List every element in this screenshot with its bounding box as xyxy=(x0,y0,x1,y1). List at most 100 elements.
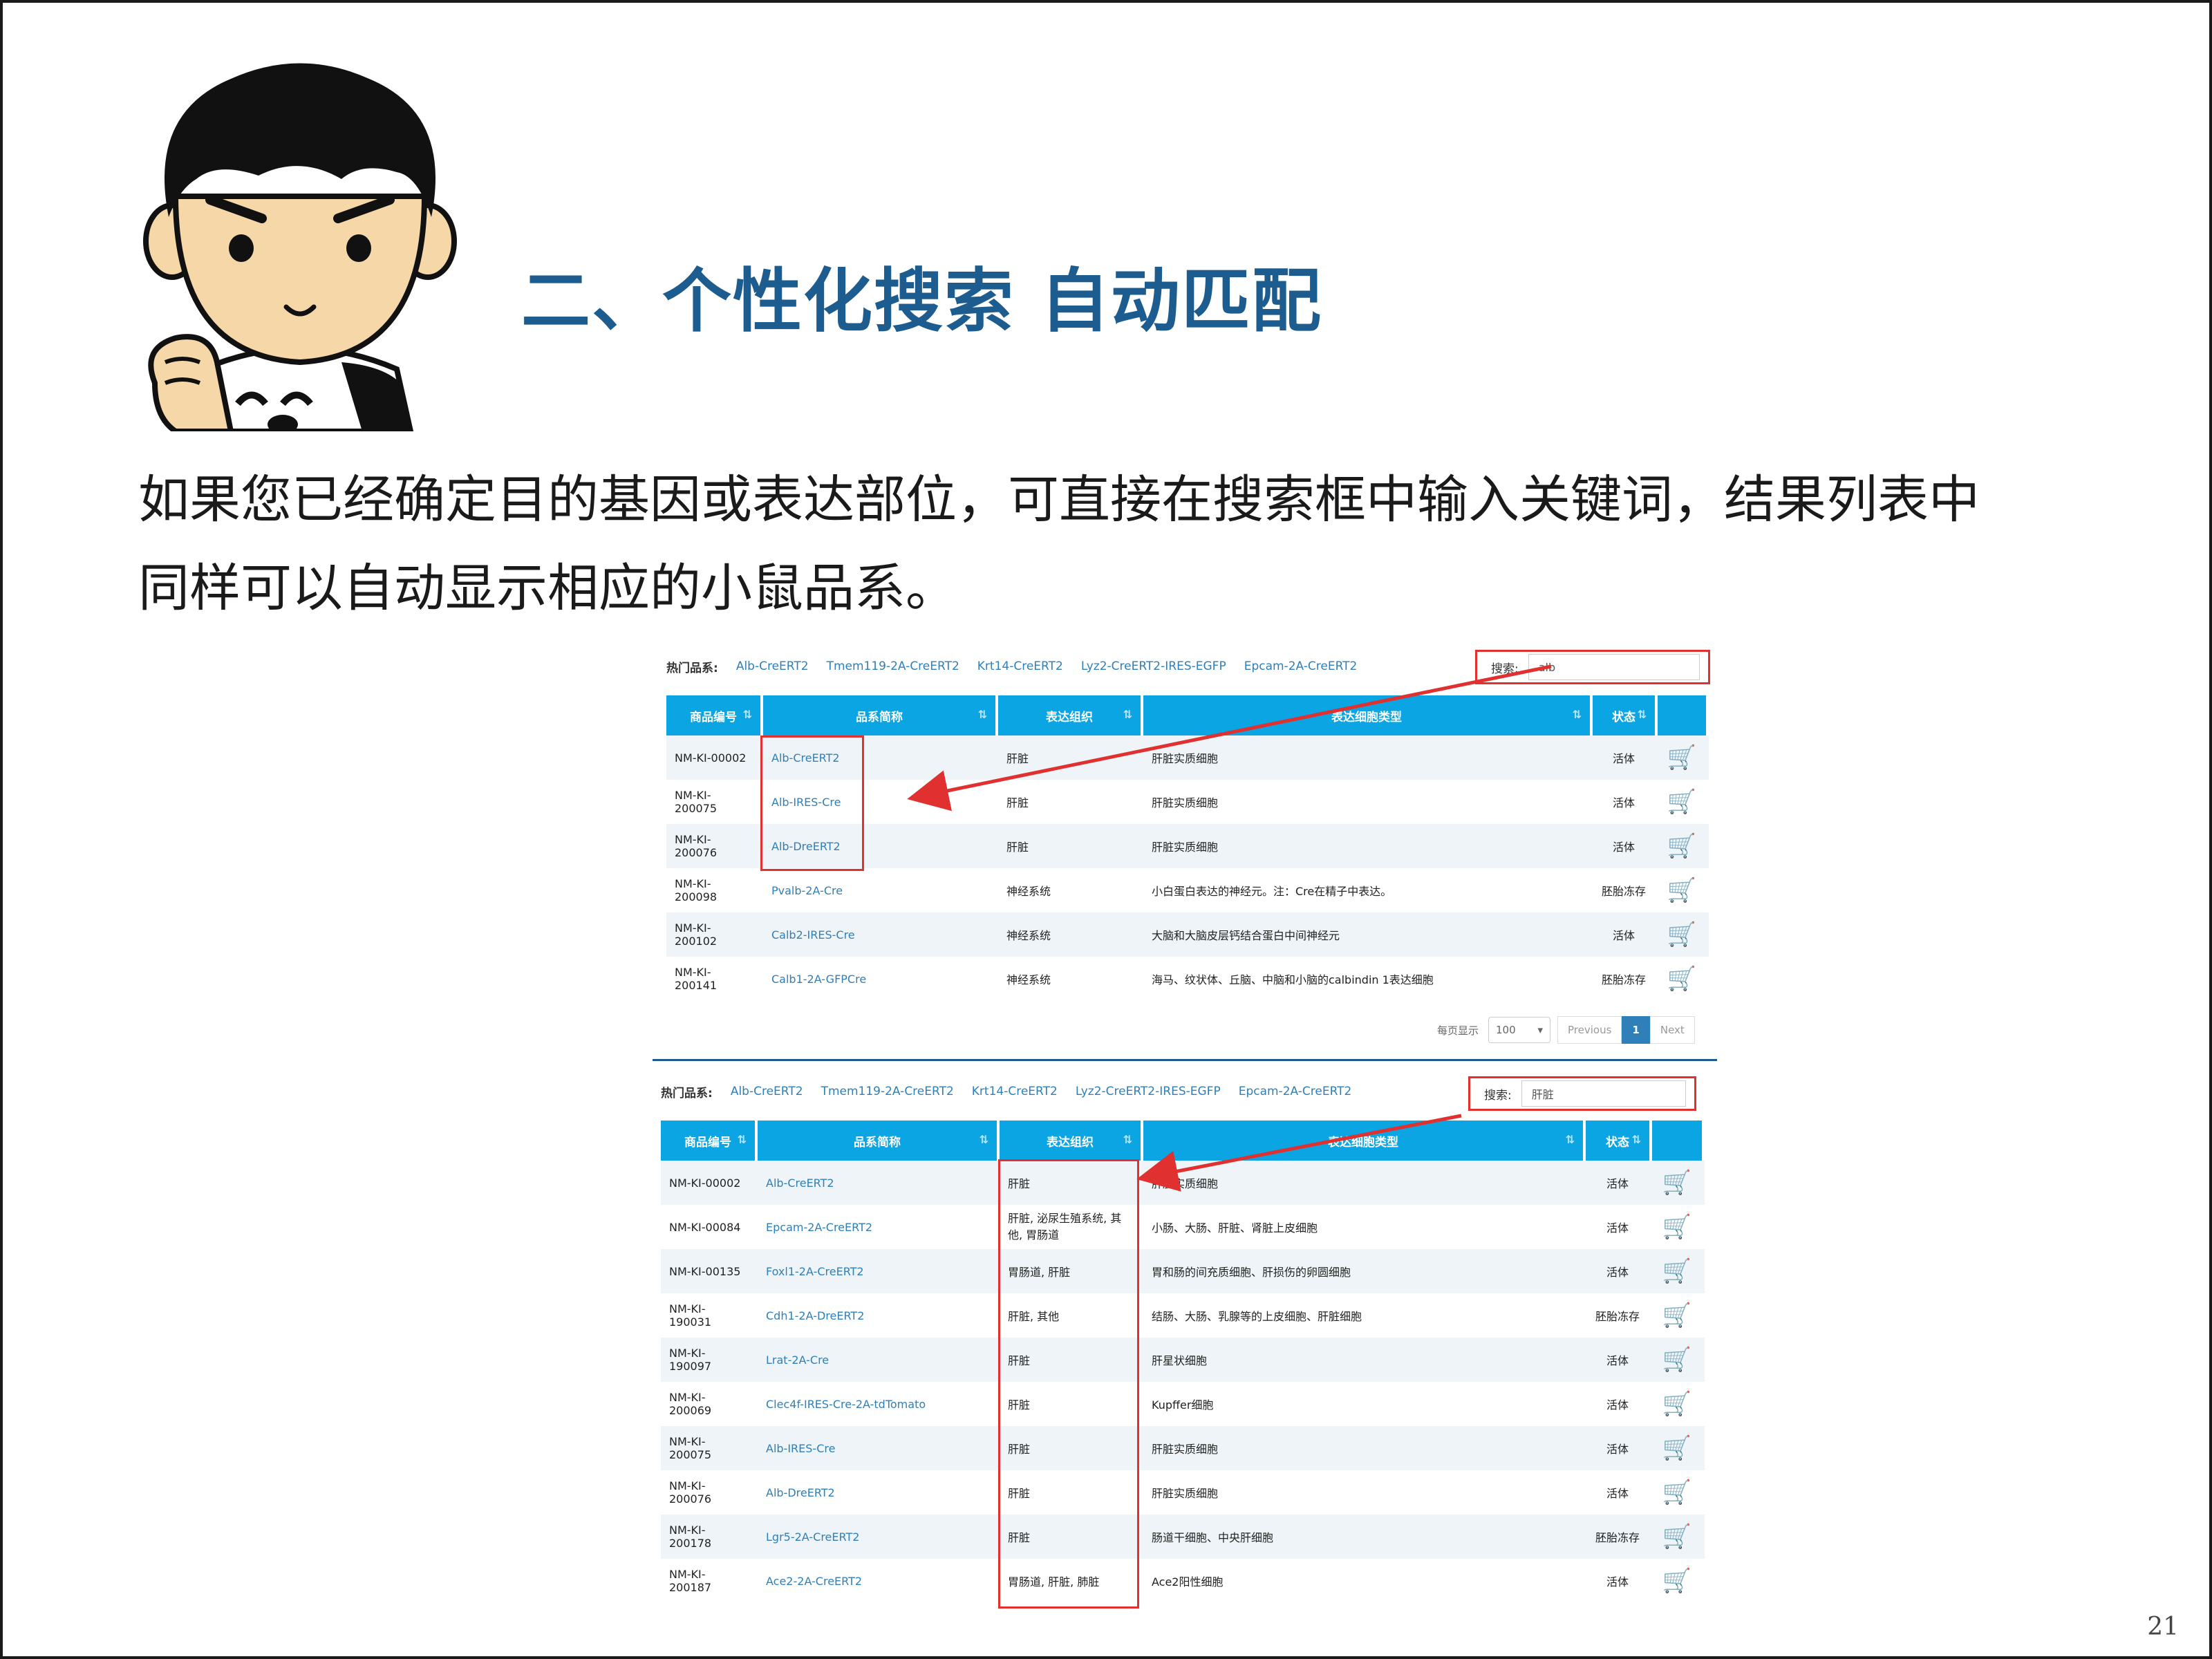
sort-icon[interactable]: ⇅ xyxy=(978,708,987,721)
cell-tissue: 神经系统 xyxy=(998,957,1143,1001)
cell-id: NM-KI-200076 xyxy=(661,1470,758,1515)
page-1-button[interactable]: 1 xyxy=(1622,1016,1650,1044)
cart-icon[interactable]: 🛒 xyxy=(1652,1205,1705,1249)
hot-strain-link[interactable]: Epcam-2A-CreERT2 xyxy=(1244,659,1358,673)
hot-strain-link[interactable]: Tmem119-2A-CreERT2 xyxy=(827,659,959,673)
result-highlight-box xyxy=(760,735,864,871)
table-header-row: 商品编号 ⇅ 品系简称 ⇅ 表达组织 ⇅ 表达细胞类型 ⇅ 状态 ⇅ xyxy=(661,1121,1705,1161)
hot-strain-link[interactable]: Krt14-CreERT2 xyxy=(972,1085,1058,1098)
col-header-cart xyxy=(1652,1121,1705,1161)
cart-icon[interactable]: 🛒 xyxy=(1658,735,1709,780)
sort-icon[interactable]: ⇅ xyxy=(738,1133,747,1146)
cart-icon[interactable]: 🛒 xyxy=(1652,1470,1705,1515)
next-button[interactable]: Next xyxy=(1649,1016,1695,1044)
col-header-strain[interactable]: 品系简称 ⇅ xyxy=(758,1121,1000,1161)
table-row: NM-KI-00002 Alb-CreERT2 肝脏 肝脏实质细胞 活体 🛒 xyxy=(661,1161,1705,1205)
hot-strain-link[interactable]: Alb-CreERT2 xyxy=(736,659,809,673)
table-row: NM-KI-200076 Alb-DreERT2 肝脏 肝脏实质细胞 活体 🛒 xyxy=(661,1470,1705,1515)
cart-icon[interactable]: 🛒 xyxy=(1652,1338,1705,1382)
cart-icon[interactable]: 🛒 xyxy=(1652,1559,1705,1603)
cell-strain-link[interactable]: Alb-CreERT2 xyxy=(758,1161,1000,1205)
search-label: 搜索: xyxy=(1484,1088,1512,1103)
col-header-cell-type[interactable]: 表达细胞类型 ⇅ xyxy=(1143,695,1593,735)
cell-strain-link[interactable]: Foxl1-2A-CreERT2 xyxy=(758,1249,1000,1293)
sort-icon[interactable]: ⇅ xyxy=(1123,1133,1132,1146)
cell-strain-link[interactable]: Lgr5-2A-CreERT2 xyxy=(758,1515,1000,1559)
hot-strain-link[interactable]: Epcam-2A-CreERT2 xyxy=(1239,1085,1352,1098)
search-label: 搜索: xyxy=(1491,662,1519,676)
cell-id: NM-KI-200187 xyxy=(661,1559,758,1603)
page-size-select[interactable]: 100 ▾ xyxy=(1488,1017,1551,1043)
cell-cell-type: 肝脏实质细胞 xyxy=(1143,780,1593,824)
cell-strain-link[interactable]: Alb-DreERT2 xyxy=(758,1470,1000,1515)
col-header-tissue[interactable]: 表达组织 ⇅ xyxy=(1000,1121,1143,1161)
col-header-id[interactable]: 商品编号 ⇅ xyxy=(661,1121,758,1161)
cell-strain-link[interactable]: Clec4f-IRES-Cre-2A-tdTomato xyxy=(758,1382,1000,1426)
cell-cell-type: 海马、纹状体、丘脑、中脑和小脑的calbindin 1表达细胞 xyxy=(1143,957,1593,1001)
cart-icon[interactable]: 🛒 xyxy=(1658,824,1709,868)
cart-icon[interactable]: 🛒 xyxy=(1658,912,1709,957)
cell-cell-type: 小肠、大肠、肝脏、肾脏上皮细胞 xyxy=(1143,1205,1586,1249)
cell-state: 活体 xyxy=(1586,1338,1652,1382)
chevron-down-icon: ▾ xyxy=(1537,1024,1544,1036)
cell-strain-link[interactable]: Pvalb-2A-Cre xyxy=(763,868,998,912)
cell-state: 活体 xyxy=(1586,1205,1652,1249)
cell-strain-link[interactable]: Cdh1-2A-DreERT2 xyxy=(758,1293,1000,1338)
col-header-state[interactable]: 状态 ⇅ xyxy=(1593,695,1658,735)
tissue-highlight-box xyxy=(998,1159,1139,1609)
cell-id: NM-KI-00002 xyxy=(666,735,763,780)
cell-strain-link[interactable]: Lrat-2A-Cre xyxy=(758,1338,1000,1382)
cart-icon[interactable]: 🛒 xyxy=(1652,1161,1705,1205)
sort-icon[interactable]: ⇅ xyxy=(1632,1133,1641,1146)
cart-icon[interactable]: 🛒 xyxy=(1658,957,1709,1001)
hot-strains-bar: 热门品系: Alb-CreERT2 Tmem119-2A-CreERT2 Krt… xyxy=(661,1071,1421,1112)
search-input[interactable]: alb xyxy=(1528,654,1700,680)
cell-id: NM-KI-00084 xyxy=(661,1205,758,1249)
cell-strain-link[interactable]: Calb1-2A-GFPCre xyxy=(763,957,998,1001)
cell-state: 胚胎冻存 xyxy=(1586,1293,1652,1338)
sort-icon[interactable]: ⇅ xyxy=(1573,708,1582,721)
cell-state: 活体 xyxy=(1586,1161,1652,1205)
cell-strain-link[interactable]: Alb-IRES-Cre xyxy=(758,1426,1000,1470)
cell-state: 活体 xyxy=(1593,912,1658,957)
cell-cell-type: Kupffer细胞 xyxy=(1143,1382,1586,1426)
table-row: NM-KI-200069 Clec4f-IRES-Cre-2A-tdTomato… xyxy=(661,1382,1705,1426)
cell-cell-type: Ace2阳性细胞 xyxy=(1143,1559,1586,1603)
sort-icon[interactable]: ⇅ xyxy=(1123,708,1132,721)
previous-button[interactable]: Previous xyxy=(1557,1016,1622,1044)
col-header-cell-type[interactable]: 表达细胞类型 ⇅ xyxy=(1143,1121,1586,1161)
hot-strain-link[interactable]: Alb-CreERT2 xyxy=(731,1085,803,1098)
sort-icon[interactable]: ⇅ xyxy=(1566,1133,1575,1146)
cell-cell-type: 肝脏实质细胞 xyxy=(1143,1426,1586,1470)
hot-strain-link[interactable]: Lyz2-CreERT2-IRES-EGFP xyxy=(1076,1085,1221,1098)
sort-icon[interactable]: ⇅ xyxy=(980,1133,988,1146)
cell-strain-link[interactable]: Calb2-IRES-Cre xyxy=(763,912,998,957)
col-header-cart xyxy=(1658,695,1709,735)
col-header-tissue[interactable]: 表达组织 ⇅ xyxy=(998,695,1143,735)
hot-strain-link[interactable]: Lyz2-CreERT2-IRES-EGFP xyxy=(1081,659,1226,673)
col-header-id[interactable]: 商品编号 ⇅ xyxy=(666,695,763,735)
col-header-state[interactable]: 状态 ⇅ xyxy=(1586,1121,1652,1161)
cell-cell-type: 大脑和大脑皮层钙结合蛋白中间神经元 xyxy=(1143,912,1593,957)
cart-icon[interactable]: 🛒 xyxy=(1658,868,1709,912)
hot-strain-link[interactable]: Tmem119-2A-CreERT2 xyxy=(821,1085,954,1098)
col-header-strain[interactable]: 品系简称 ⇅ xyxy=(763,695,998,735)
cartoon-avatar xyxy=(143,63,457,431)
table-row: NM-KI-200178 Lgr5-2A-CreERT2 肝脏 肠道干细胞、中央… xyxy=(661,1515,1705,1559)
cell-strain-link[interactable]: Ace2-2A-CreERT2 xyxy=(758,1559,1000,1603)
cart-icon[interactable]: 🛒 xyxy=(1652,1249,1705,1293)
table-row: NM-KI-200141 Calb1-2A-GFPCre 神经系统 海马、纹状体… xyxy=(666,957,1709,1001)
cell-state: 活体 xyxy=(1593,780,1658,824)
cart-icon[interactable]: 🛒 xyxy=(1658,780,1709,824)
cart-icon[interactable]: 🛒 xyxy=(1652,1382,1705,1426)
cell-cell-type: 肝脏实质细胞 xyxy=(1143,1470,1586,1515)
hot-strain-link[interactable]: Krt14-CreERT2 xyxy=(977,659,1063,673)
cart-icon[interactable]: 🛒 xyxy=(1652,1426,1705,1470)
cell-strain-link[interactable]: Epcam-2A-CreERT2 xyxy=(758,1205,1000,1249)
cart-icon[interactable]: 🛒 xyxy=(1652,1293,1705,1338)
sort-icon[interactable]: ⇅ xyxy=(743,708,752,721)
cart-icon[interactable]: 🛒 xyxy=(1652,1515,1705,1559)
search-input[interactable]: 肝脏 xyxy=(1521,1080,1686,1107)
sort-icon[interactable]: ⇅ xyxy=(1638,708,1647,721)
cell-id: NM-KI-200178 xyxy=(661,1515,758,1559)
